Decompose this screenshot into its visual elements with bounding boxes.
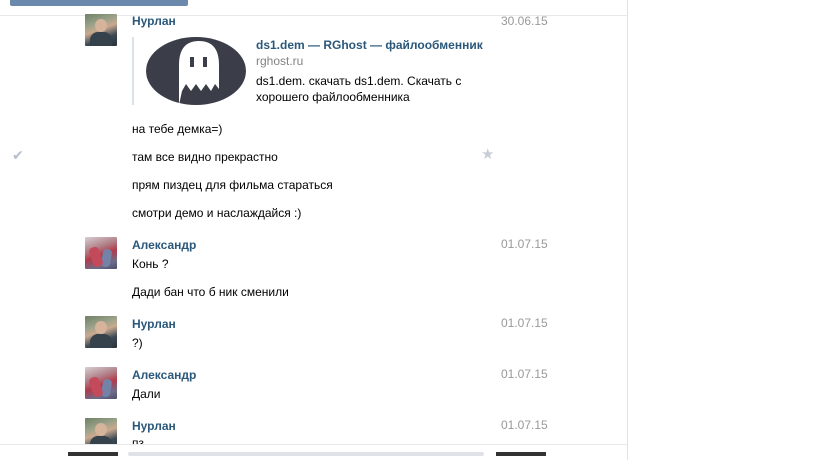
star-icon[interactable]: ★ — [481, 147, 497, 163]
author-name[interactable]: Александр — [132, 238, 196, 252]
scrollbar[interactable] — [128, 452, 484, 456]
message-date[interactable]: 30.06.15 — [501, 14, 548, 28]
message-text: на тебе демка=) — [132, 122, 223, 136]
avatar[interactable] — [85, 14, 117, 46]
link-description: ds1.dem. скачать ds1.dem. Скачать с хоро… — [256, 74, 462, 104]
message-text: прям пиздец для фильма стараться — [132, 178, 333, 192]
message-date[interactable]: 01.07.15 — [501, 316, 548, 330]
message-text: Дали — [132, 387, 161, 401]
ghost-icon — [179, 41, 219, 105]
message-history-panel: Нурлан 30.06.15 ds1.dem — RGhost — файло… — [0, 0, 628, 460]
author-name[interactable]: Нурлан — [132, 419, 176, 433]
avatar[interactable] — [85, 367, 117, 399]
message-text: Дади бан что б ник сменили — [132, 285, 289, 299]
avatar[interactable] — [85, 237, 117, 269]
message-text: там все видно прекрастно — [132, 150, 278, 164]
bottom-control-left[interactable] — [68, 452, 118, 456]
bottom-control-right[interactable] — [496, 452, 546, 456]
link-domain: rghost.ru — [256, 54, 304, 68]
link-attachment[interactable]: ds1.dem — RGhost — файлообменник rghost.… — [132, 37, 494, 105]
message-date[interactable]: 01.07.15 — [501, 367, 548, 381]
avatar[interactable] — [85, 316, 117, 348]
author-name[interactable]: Александр — [132, 368, 196, 382]
message-date[interactable]: 01.07.15 — [501, 418, 548, 432]
message-text: ?) — [132, 336, 143, 350]
message-text: смотри демо и наслаждайся :) — [132, 206, 302, 220]
message-date[interactable]: 01.07.15 — [501, 237, 548, 251]
author-name[interactable]: Нурлан — [132, 317, 176, 331]
top-button[interactable] — [10, 0, 188, 6]
link-title[interactable]: ds1.dem — RGhost — файлообменник — [256, 38, 483, 52]
message-text: Конь ? — [132, 257, 169, 271]
author-name[interactable]: Нурлан — [132, 14, 176, 28]
checkmark-icon[interactable]: ✔ — [12, 147, 28, 163]
link-thumbnail[interactable] — [146, 37, 246, 105]
